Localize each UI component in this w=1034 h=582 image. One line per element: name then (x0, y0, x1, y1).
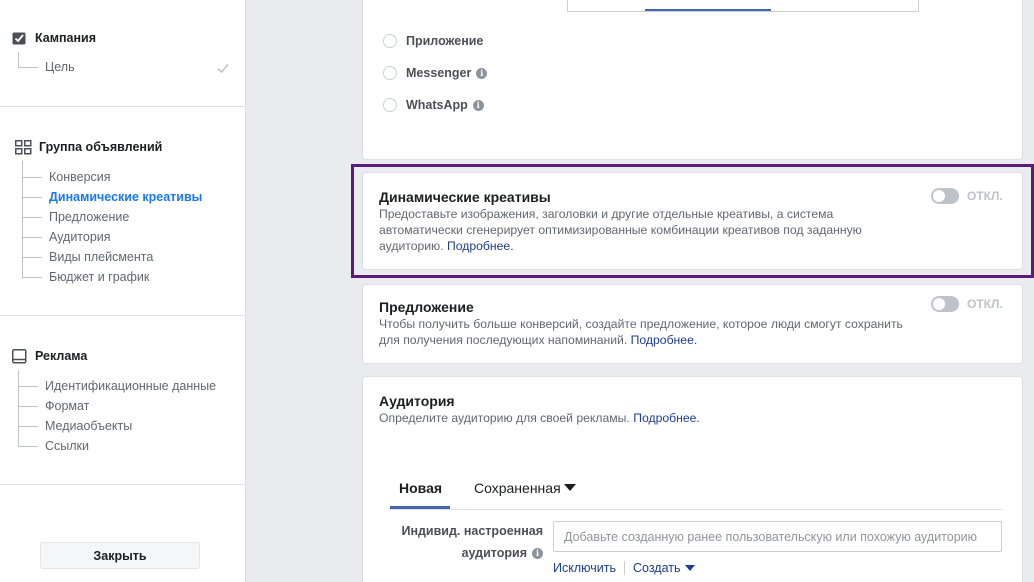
create-label: Создать (632, 561, 681, 575)
toggle-label: ОТКЛ. (967, 297, 1003, 311)
sidebar-item-format[interactable]: Формат (45, 399, 89, 413)
sidebar-item-placements[interactable]: Виды плейсмента (49, 250, 153, 264)
sidebar-item-identity[interactable]: Идентификационные данные (45, 379, 216, 393)
custom-audience-input[interactable] (553, 521, 1002, 552)
info-icon[interactable]: i (532, 547, 543, 559)
learn-more-link[interactable]: Подробнее. (631, 333, 698, 347)
audience-actions: Исключить Создать (553, 561, 695, 575)
tree-line (22, 257, 42, 258)
sidebar-item-label: Динамические креативы (49, 190, 203, 204)
tree-line (18, 52, 19, 68)
highlight-frame (351, 164, 1034, 278)
offer-card: Предложение Чтобы получить больше конвер… (362, 284, 1023, 364)
tablet-icon (10, 348, 28, 364)
custom-audience-label: Индивид. настроенная аудитория i (401, 520, 543, 564)
card-title: Аудитория (379, 393, 455, 409)
option-label: Messenger (406, 66, 472, 80)
url-field[interactable] (567, 0, 919, 12)
destination-option-whatsapp[interactable]: WhatsApp i (383, 98, 484, 112)
tree-line (22, 277, 42, 278)
close-button[interactable]: Закрыть (40, 542, 200, 569)
url-field-underline (645, 9, 771, 11)
sidebar-item-dynamic-creative[interactable]: Динамические креативы (49, 190, 202, 204)
option-label: WhatsApp (406, 98, 468, 112)
sidebar-divider (0, 315, 245, 316)
create-dropdown[interactable]: Создать (633, 561, 695, 575)
caret-down-icon (563, 484, 576, 491)
sidebar-divider (0, 106, 245, 107)
sidebar-section-title: Группа объявлений (39, 140, 163, 154)
sidebar-item-budget[interactable]: Бюджет и график (49, 270, 149, 284)
audience-tabs: Новая Сохраненная (390, 470, 1002, 510)
label-line: Индивид. настроенная (401, 524, 543, 538)
card-description: Определите аудиторию для своей рекламы. … (379, 410, 700, 426)
sidebar-item-links[interactable]: Ссылки (45, 439, 89, 453)
sidebar-section-title: Реклама (35, 349, 88, 363)
tree-line (18, 446, 38, 447)
sidebar-nav: Кампания Цель Группа объявлений Конверси… (0, 0, 246, 582)
exclude-link[interactable]: Исключить (553, 561, 616, 575)
toggle-knob (933, 298, 945, 310)
tab-label: Новая (399, 480, 443, 496)
sidebar-divider (0, 484, 245, 485)
sidebar-item-label: Формат (45, 399, 90, 413)
destination-option-messenger[interactable]: Messenger i (383, 66, 488, 80)
separator (623, 561, 625, 575)
info-icon[interactable]: i (472, 99, 484, 111)
toggle-track[interactable] (931, 296, 959, 312)
sidebar-item-media[interactable]: Медиаобъекты (45, 419, 132, 433)
tree-line (18, 67, 38, 68)
sidebar-item-label: Виды плейсмента (49, 250, 154, 264)
sidebar-item-audience[interactable]: Аудитория (49, 230, 111, 244)
caret-down-icon (684, 565, 695, 571)
tab-saved[interactable]: Сохраненная (474, 480, 576, 496)
tree-line (22, 237, 42, 238)
sidebar-item-label: Медиаобъекты (45, 419, 133, 433)
sidebar-section-ad[interactable]: Реклама (10, 348, 87, 364)
tree-line (18, 426, 38, 427)
tab-new[interactable]: Новая (399, 480, 442, 496)
tree-line (22, 197, 42, 198)
sidebar-item-offer[interactable]: Предложение (49, 210, 129, 224)
tab-label: Сохраненная (474, 480, 561, 496)
grid-icon (14, 139, 32, 155)
destination-card: Приложение Messenger i WhatsApp i (362, 0, 1023, 160)
sidebar-item-objective[interactable]: Цель (45, 60, 75, 74)
active-tab-indicator (390, 506, 450, 509)
sidebar-item-label: Аудитория (49, 230, 111, 244)
info-icon[interactable]: i (476, 67, 488, 79)
sidebar-item-label: Ссылки (45, 439, 90, 453)
sidebar-section-adset[interactable]: Группа объявлений (14, 139, 162, 155)
sidebar-item-label: Предложение (49, 210, 130, 224)
tree-line (22, 217, 42, 218)
card-title: Предложение (379, 299, 474, 315)
description-text: Определите аудиторию для своей рекламы. (379, 411, 630, 425)
option-label: Приложение (406, 34, 484, 48)
radio-button[interactable] (383, 34, 397, 48)
sidebar-item-label: Бюджет и график (49, 270, 150, 284)
card-description: Чтобы получить больше конверсий, создайт… (379, 316, 919, 348)
destination-option-app[interactable]: Приложение (383, 34, 483, 48)
tree-line (22, 161, 23, 277)
radio-button[interactable] (383, 66, 397, 80)
checkmark-icon (216, 61, 230, 75)
label-line-wrap: аудитория i (401, 542, 543, 564)
offer-toggle[interactable]: ОТКЛ. (931, 296, 1003, 312)
sidebar-item-conversion[interactable]: Конверсия (49, 170, 111, 184)
tree-line (18, 406, 38, 407)
sidebar-section-title: Кампания (35, 31, 97, 45)
sidebar-item-label: Конверсия (49, 170, 111, 184)
tree-line (18, 386, 38, 387)
label-line: аудитория (461, 546, 527, 560)
tree-line (22, 177, 42, 178)
tree-line (18, 370, 19, 446)
learn-more-link[interactable]: Подробнее. (633, 411, 700, 425)
sidebar-item-label: Идентификационные данные (45, 379, 217, 393)
sidebar-section-campaign[interactable]: Кампания (10, 30, 96, 46)
checkbox-icon (10, 30, 28, 46)
sidebar-item-label: Цель (45, 60, 75, 74)
radio-button[interactable] (383, 98, 397, 112)
